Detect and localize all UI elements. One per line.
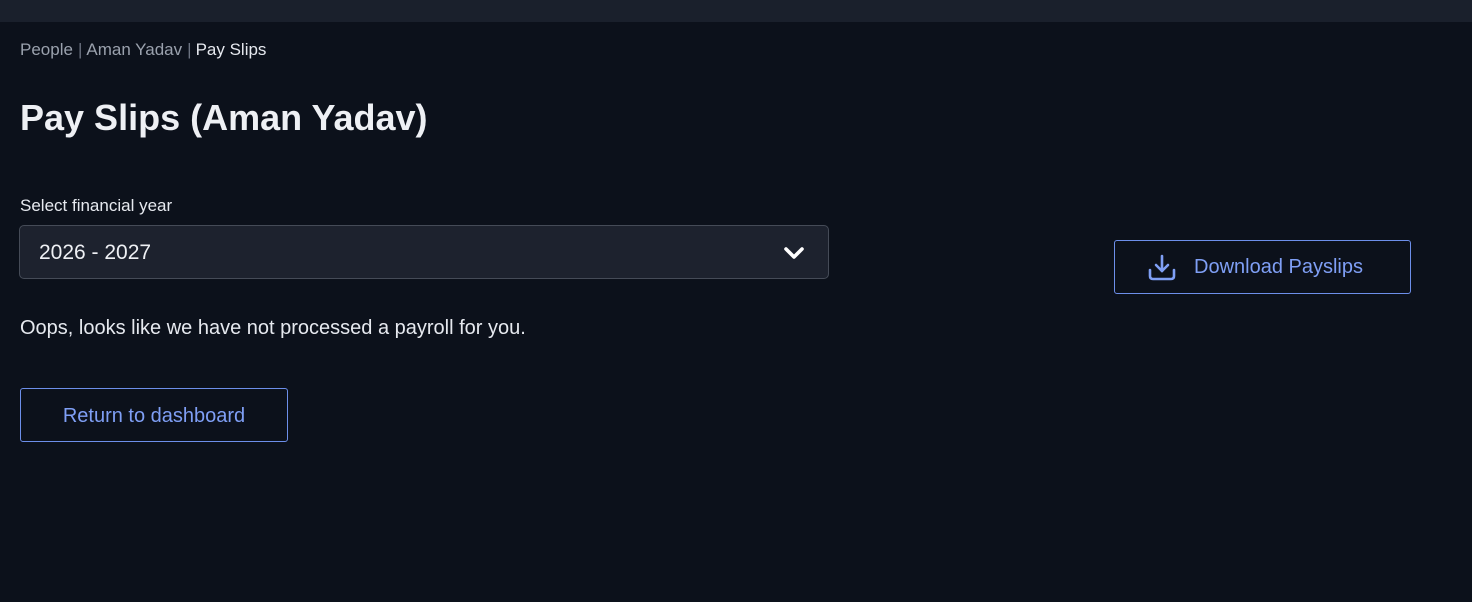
top-bar <box>0 0 1472 22</box>
breadcrumb-item-current: Pay Slips <box>195 40 267 59</box>
breadcrumb-separator: | <box>187 40 192 59</box>
breadcrumb-item-people[interactable]: People <box>20 40 73 59</box>
financial-year-label: Select financial year <box>20 196 173 215</box>
page-title: Pay Slips (Aman Yadav) <box>20 97 428 138</box>
financial-year-select[interactable]: 2026 - 2027 <box>19 225 829 279</box>
breadcrumb: People | Aman Yadav | Pay Slips <box>20 38 266 62</box>
financial-year-value: 2026 - 2027 <box>39 241 152 264</box>
return-to-dashboard-button[interactable]: Return to dashboard <box>20 388 288 442</box>
breadcrumb-separator: | <box>77 40 83 59</box>
empty-state-message: Oops, looks like we have not processed a… <box>20 317 526 339</box>
download-payslips-button[interactable]: Download Payslips <box>1114 240 1411 294</box>
download-payslips-label: Download Payslips <box>1194 256 1363 278</box>
breadcrumb-item-employee[interactable]: Aman Yadav <box>86 40 182 59</box>
chevron-down-icon <box>784 247 804 259</box>
download-icon <box>1148 254 1176 281</box>
